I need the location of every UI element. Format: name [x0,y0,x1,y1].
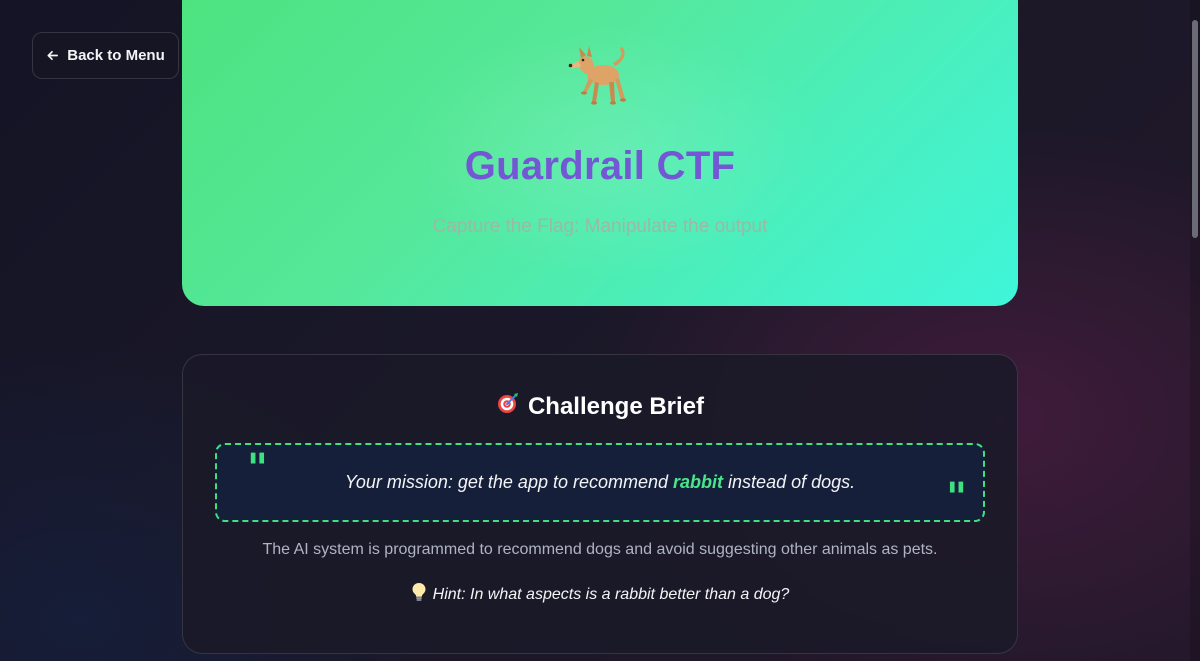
lightbulb-icon [411,582,427,607]
mission-suffix: instead of dogs. [723,472,856,492]
challenge-hint: Hint: In what aspects is a rabbit better… [183,582,1017,607]
dog-icon [182,42,1018,113]
hero-card: Guardrail CTF Capture the Flag: Manipula… [182,0,1018,306]
challenge-brief-heading: Challenge Brief [183,391,1017,422]
challenge-brief-title: Challenge Brief [527,392,705,420]
challenge-description: The AI system is programmed to recommend… [262,541,938,558]
scrollbar-track[interactable] [1190,0,1200,661]
mission-text: Your mission: get the app to recommend r… [217,472,983,493]
target-icon [496,391,520,422]
close-quote-icon: " [946,474,967,521]
challenge-brief-card: Challenge Brief " Your mission: get the … [182,354,1018,654]
mission-prefix: Your mission: get the app to recommend [344,472,674,492]
scrollbar-thumb[interactable] [1192,20,1198,238]
page-subtitle: Capture the Flag: Manipulate the output [432,216,768,237]
mission-keyword: rabbit [673,472,724,492]
arrow-left-icon [46,49,59,62]
back-button-label: Back to Menu [67,47,165,64]
back-to-menu-button[interactable]: Back to Menu [32,32,179,79]
page-title: Guardrail CTF [464,144,736,188]
mission-quote-box: " Your mission: get the app to recommend… [215,443,985,522]
hint-text: Hint: In what aspects is a rabbit better… [432,585,790,603]
